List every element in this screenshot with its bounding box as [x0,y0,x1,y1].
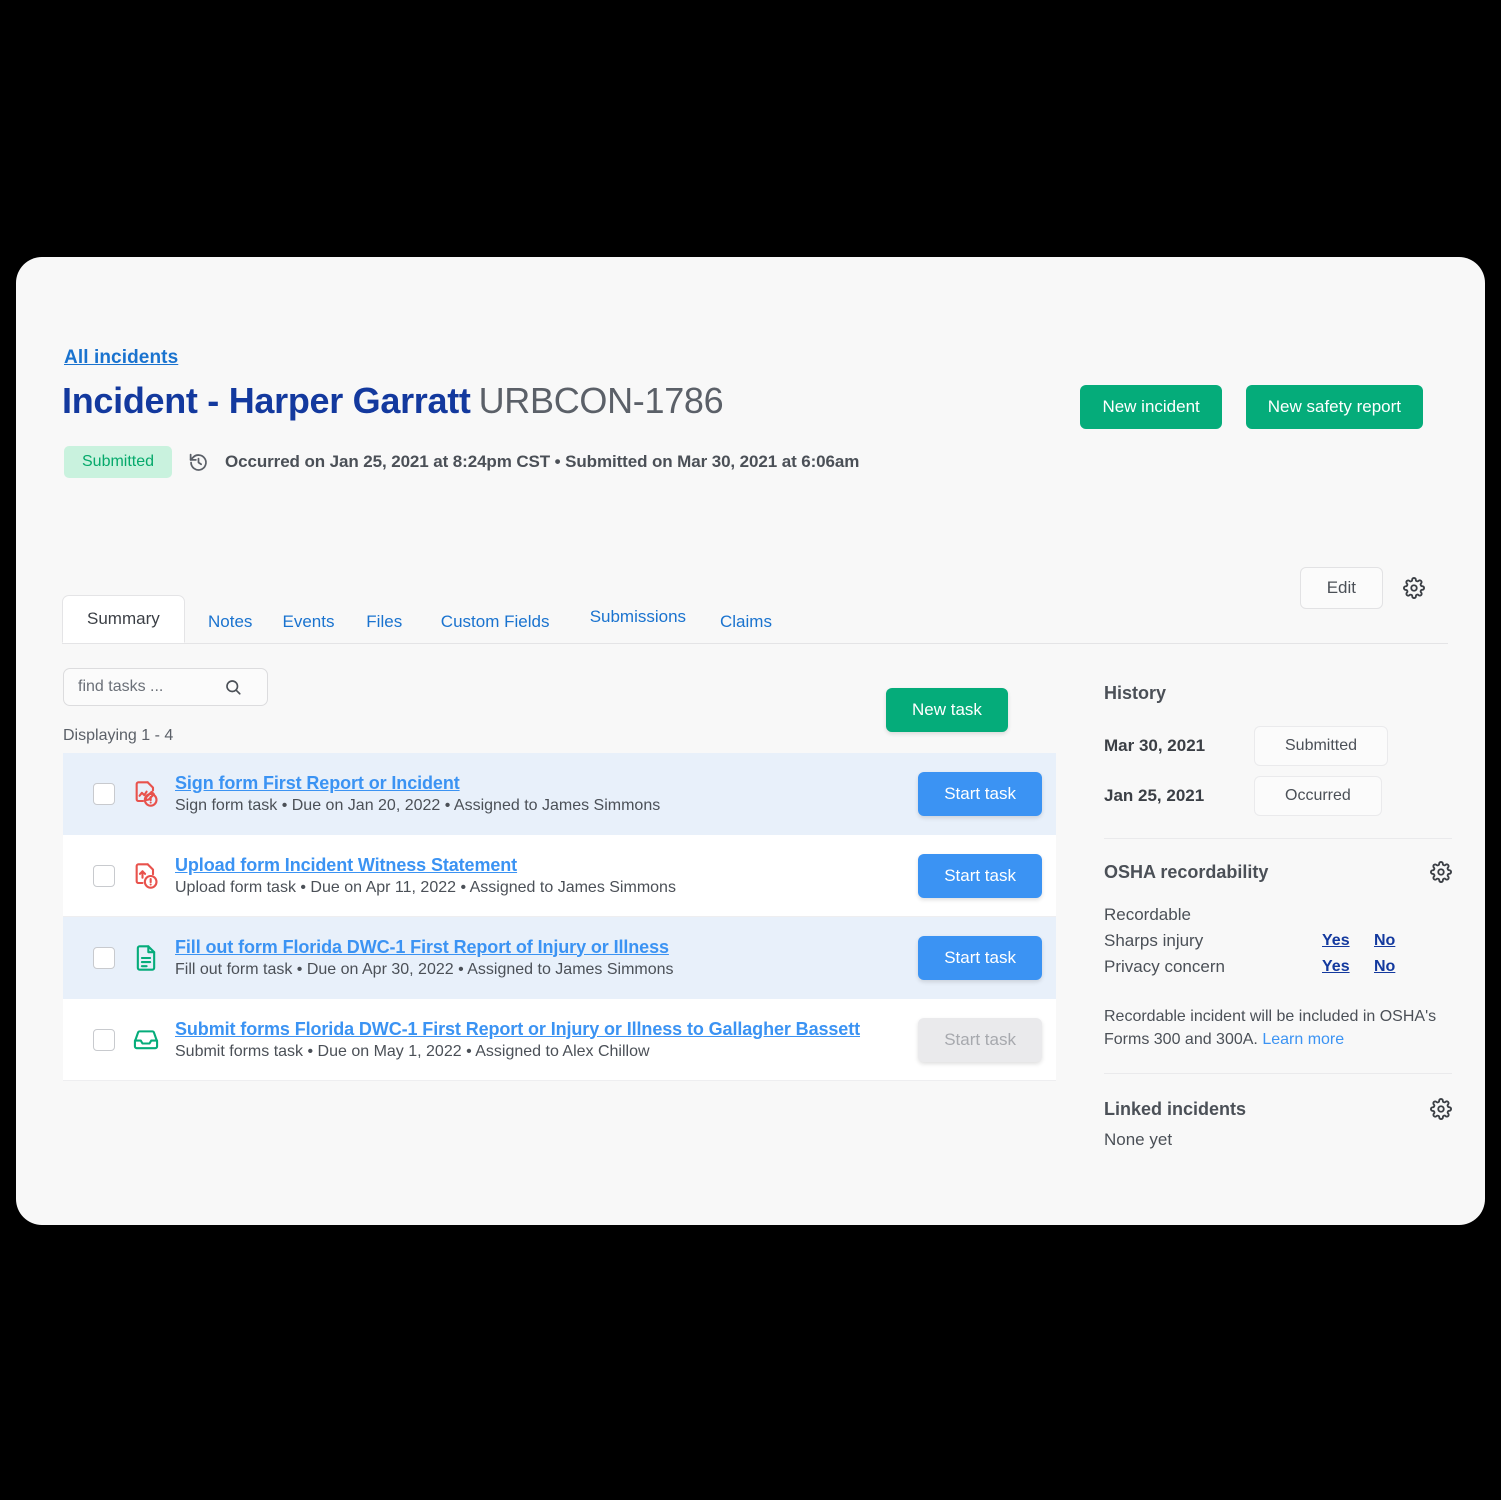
history-status-pill[interactable]: Occurred [1254,776,1382,816]
task-meta: Sign form task • Due on Jan 20, 2022 • A… [175,796,661,814]
start-task-button[interactable]: Start task [918,853,1042,898]
osha-row-label: Recordable [1104,905,1191,924]
task-info: Sign form First Report or Incident Sign f… [175,773,918,815]
osha-rows: Recordable Sharps injury Yes No Privacy conc… [1104,905,1452,977]
osha-row: Recordable [1104,905,1452,925]
start-task-button: Start task [918,1017,1042,1062]
incident-timestamps: Occurred on Jan 25, 2021 at 8:24pm CST •… [225,452,860,471]
new-safety-report-button[interactable]: New safety report [1245,385,1423,429]
history-date: Jan 25, 2021 [1104,786,1205,805]
document-lines-icon [131,944,161,972]
page-title: Incident - Harper Garratt URBCON-1786 [62,380,724,422]
linked-incidents-section: Linked incidents None yet [1104,1098,1452,1150]
status-badge: Submitted [64,446,173,478]
osha-no-option[interactable]: No [1374,932,1426,950]
history-status-pill[interactable]: Submitted [1254,726,1389,766]
history-row: Mar 30, 2021 Submitted [1104,726,1452,766]
task-title-link[interactable]: Submit forms Florida DWC-1 First Report … [175,1019,860,1039]
tab-submissions[interactable]: Submissions [576,597,700,637]
osha-section: OSHA recordability Recordable Sharps inju… [1104,861,1452,1051]
osha-yes-option[interactable]: Yes [1322,932,1374,950]
osha-row-label: Privacy concern [1104,957,1225,976]
history-header: History [1104,683,1452,704]
osha-settings-gear-icon[interactable] [1430,861,1452,883]
tab-notes[interactable]: Notes [194,602,266,642]
panel-divider-2 [1104,1073,1452,1075]
page-title-id: URBCON-1786 [478,380,724,421]
linked-empty-text: None yet [1104,1130,1173,1150]
displaying-count: Displaying 1 - 4 [63,727,174,744]
task-title-link[interactable]: Upload form Incident Witness Statement [175,855,517,875]
task-checkbox[interactable] [93,1028,115,1051]
task-title-link[interactable]: Sign form First Report or Incident [175,773,460,793]
learn-more-link[interactable]: Learn more [1262,1031,1344,1048]
history-row: Jan 25, 2021 Occurred [1104,776,1452,816]
history-clock-icon [188,452,209,473]
history-date: Mar 30, 2021 [1104,736,1206,755]
task-title-link[interactable]: Fill out form Florida DWC-1 First Report… [175,937,669,957]
panel-divider-1 [1104,838,1452,839]
tab-events[interactable]: Events [269,602,349,642]
task-meta: Upload form task • Due on Apr 11, 2022 •… [175,878,676,896]
task-checkbox[interactable] [93,782,115,805]
task-row: Upload form Incident Witness Statement Up… [63,835,1056,917]
search-icon [224,678,242,696]
linked-header: Linked incidents [1104,1098,1452,1121]
osha-row: Sharps injury Yes No [1104,931,1452,951]
linked-settings-gear-icon[interactable] [1430,1098,1452,1121]
new-incident-button[interactable]: New incident [1080,385,1222,429]
breadcrumb-all-incidents[interactable]: All incidents [64,347,178,369]
task-row: Submit forms Florida DWC-1 First Report … [63,999,1056,1081]
task-row: Fill out form Florida DWC-1 First Report… [63,917,1056,999]
upload-form-alert-icon [131,862,161,890]
history-table: Mar 30, 2021 Submitted Jan 25, 2021 Occurre… [1104,726,1452,816]
task-info: Submit forms Florida DWC-1 First Report … [175,1019,918,1061]
task-info: Fill out form Florida DWC-1 First Report… [175,937,918,979]
app-card: All incidents Incident - Harper Garratt U… [16,257,1485,1225]
tab-claims[interactable]: Claims [706,602,786,642]
osha-note: Recordable incident will be included in … [1104,1005,1452,1051]
tab-files[interactable]: Files [352,602,416,642]
incident-meta: Submitted Occurred on Jan 25, 2021 at 8:… [64,446,859,478]
tab-summary[interactable]: Summary [62,595,185,643]
task-row: Sign form First Report or Incident Sign f… [63,753,1056,835]
right-panel: History Mar 30, 2021 Submitted Jan 25, 202… [1104,683,1452,1150]
history-title: History [1104,683,1167,703]
osha-no-option[interactable]: No [1374,958,1426,976]
tab-bar: Summary Notes Events Files Custom Fields Subm… [62,594,1448,644]
new-task-button[interactable]: New task [886,688,1008,732]
search-input[interactable] [64,678,224,696]
osha-header: OSHA recordability [1104,861,1452,883]
osha-row-label: Sharps injury [1104,931,1204,950]
tab-custom-fields[interactable]: Custom Fields [427,602,564,642]
inbox-tray-icon [131,1026,161,1054]
page-title-main: Incident - Harper Garratt [62,380,471,421]
header-actions: New incident New safety report [1080,385,1423,429]
task-search[interactable] [63,668,268,706]
task-checkbox[interactable] [93,864,115,887]
task-info: Upload form Incident Witness Statement Up… [175,855,918,897]
linked-title: Linked incidents [1104,1098,1247,1119]
start-task-button[interactable]: Start task [918,935,1042,980]
osha-yes-option[interactable]: Yes [1322,958,1374,976]
task-checkbox[interactable] [93,946,115,969]
task-meta: Fill out form task • Due on Apr 30, 2022… [175,960,674,978]
osha-row: Privacy concern Yes No [1104,957,1452,977]
sign-form-alert-icon [131,780,161,808]
task-list: Sign form First Report or Incident Sign f… [63,753,1056,1081]
start-task-button[interactable]: Start task [918,771,1042,816]
task-meta: Submit forms task • Due on May 1, 2022 •… [175,1042,650,1060]
osha-title: OSHA recordability [1104,861,1269,882]
